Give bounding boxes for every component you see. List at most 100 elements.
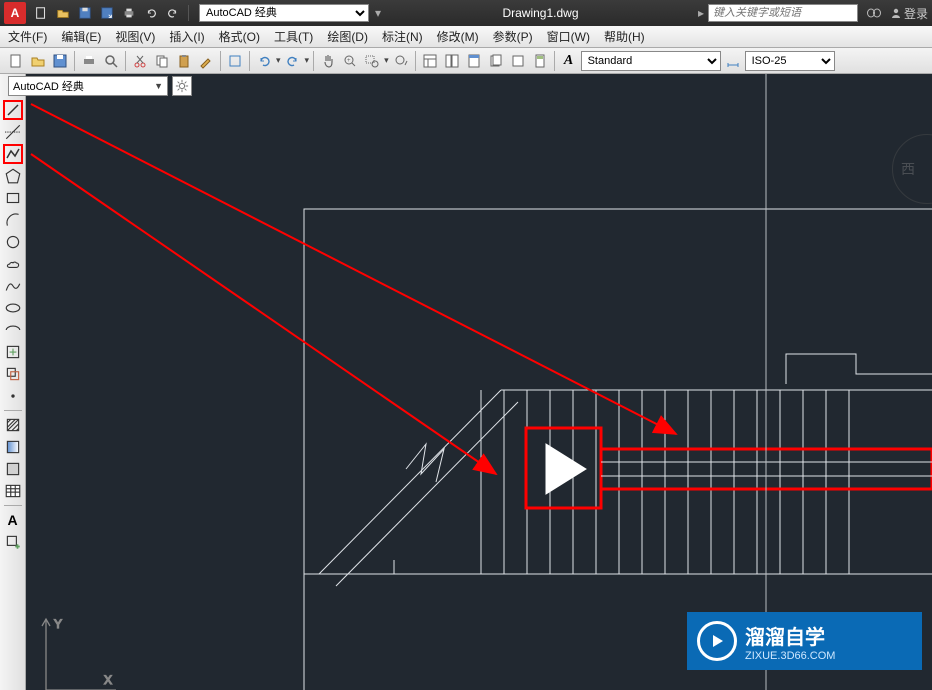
line-tool-icon[interactable] [3,100,23,120]
drawing-canvas[interactable]: [-][俯视][二维线框] 西 [26,74,932,690]
menu-modify[interactable]: 修改(M) [437,28,479,45]
title-bar: A AutoCAD 经典 ▾ Drawing1.dwg ▸ 登录 [0,0,932,26]
region-tool-icon[interactable] [3,459,23,479]
workspace-control: AutoCAD 经典▼ [8,76,192,96]
menu-window[interactable]: 窗口(W) [547,28,590,45]
zoom-window-icon[interactable] [362,51,382,71]
new-doc-icon[interactable] [6,51,26,71]
designcenter-icon[interactable] [442,51,462,71]
svg-text:+: + [347,58,351,64]
cursor-triangle-icon [546,444,586,494]
redo-dropdown-icon[interactable]: ▾ [305,55,310,66]
watermark-badge: 溜溜自学 ZIXUE.3D66.COM [687,612,922,670]
open-icon[interactable] [54,4,72,22]
block-icon[interactable] [225,51,245,71]
plot-icon[interactable] [79,51,99,71]
menu-help[interactable]: 帮助(H) [604,28,645,45]
save-doc-icon[interactable] [50,51,70,71]
zoom-realtime-icon[interactable]: + [340,51,360,71]
play-icon [697,621,737,661]
menu-insert[interactable]: 插入(I) [169,28,204,45]
separator [74,51,75,71]
login-button[interactable]: 登录 [890,5,928,22]
polygon-tool-icon[interactable] [3,166,23,186]
construction-line-icon[interactable] [3,122,23,142]
separator [220,51,221,71]
redo-tb-icon[interactable] [283,51,303,71]
open-doc-icon[interactable] [28,51,48,71]
undo-icon[interactable] [142,4,160,22]
toolpalette-icon[interactable] [464,51,484,71]
textstyle-icon[interactable]: A [559,51,579,71]
spline-tool-icon[interactable] [3,276,23,296]
workspace-settings-icon[interactable] [172,76,192,96]
menu-bar: 文件(F) 编辑(E) 视图(V) 插入(I) 格式(O) 工具(T) 绘图(D… [0,26,932,48]
separator [313,51,314,71]
menu-view[interactable]: 视图(V) [115,28,155,45]
menu-dimension[interactable]: 标注(N) [382,28,423,45]
quick-access-toolbar: AutoCAD 经典 ▾ [32,4,383,22]
watermark-title: 溜溜自学 [745,621,835,650]
redo-icon[interactable] [164,4,182,22]
properties-icon[interactable] [420,51,440,71]
dim-style-select[interactable]: ISO-25 [745,51,835,71]
menu-edit[interactable]: 编辑(E) [61,28,101,45]
search-input[interactable] [708,4,858,22]
saveas-icon[interactable] [98,4,116,22]
ellipse-tool-icon[interactable] [3,298,23,318]
paste-icon[interactable] [174,51,194,71]
mtext-tool-icon[interactable]: A [3,510,23,530]
calc-icon[interactable] [530,51,550,71]
separator [125,51,126,71]
menu-draw[interactable]: 绘图(D) [327,28,368,45]
print-icon[interactable] [120,4,138,22]
document-title: Drawing1.dwg [383,6,698,20]
ellipse-arc-icon[interactable] [3,320,23,340]
make-block-icon[interactable] [3,364,23,384]
main-area: A [-][俯视][二维线框] 西 [0,74,932,690]
zoom-dropdown-icon[interactable]: ▾ [384,55,389,66]
cut-icon[interactable] [130,51,150,71]
infocenter-icon[interactable] [866,6,882,20]
text-style-select[interactable]: Standard [581,51,721,71]
table-tool-icon[interactable] [3,481,23,501]
gradient-tool-icon[interactable] [3,437,23,457]
copy-icon[interactable] [152,51,172,71]
preview-icon[interactable] [101,51,121,71]
arc-tool-icon[interactable] [3,210,23,230]
menu-format[interactable]: 格式(O) [219,28,260,45]
match-icon[interactable] [196,51,216,71]
app-logo-icon[interactable]: A [4,2,26,24]
new-icon[interactable] [32,4,50,22]
svg-text:X: X [104,673,112,687]
save-icon[interactable] [76,4,94,22]
workspace-select[interactable]: AutoCAD 经典▼ [8,76,168,96]
workspace-title-select[interactable]: AutoCAD 经典 [199,4,369,22]
hatch-tool-icon[interactable] [3,415,23,435]
point-tool-icon[interactable] [3,386,23,406]
watermark-url: ZIXUE.3D66.COM [745,650,835,662]
separator [188,5,189,21]
separator [415,51,416,71]
zoom-prev-icon[interactable] [391,51,411,71]
markup-icon[interactable] [508,51,528,71]
undo-dropdown-icon[interactable]: ▾ [276,55,281,66]
standard-toolbar: ▾ ▾ + ▾ A Standard ISO-25 [0,48,932,74]
separator [4,410,22,411]
menu-tools[interactable]: 工具(T) [274,28,313,45]
polyline-tool-icon[interactable] [3,144,23,164]
circle-tool-icon[interactable] [3,232,23,252]
insert-block-icon[interactable] [3,342,23,362]
drawing-svg: Y X [26,74,932,690]
revcloud-tool-icon[interactable] [3,254,23,274]
addselected-icon[interactable] [3,532,23,552]
draw-toolbar: A [0,74,26,690]
rectangle-tool-icon[interactable] [3,188,23,208]
sheetset-icon[interactable] [486,51,506,71]
dimstyle-icon[interactable] [723,51,743,71]
menu-parametric[interactable]: 参数(P) [493,28,533,45]
undo-tb-icon[interactable] [254,51,274,71]
pan-icon[interactable] [318,51,338,71]
svg-text:Y: Y [54,617,62,631]
menu-file[interactable]: 文件(F) [8,28,47,45]
